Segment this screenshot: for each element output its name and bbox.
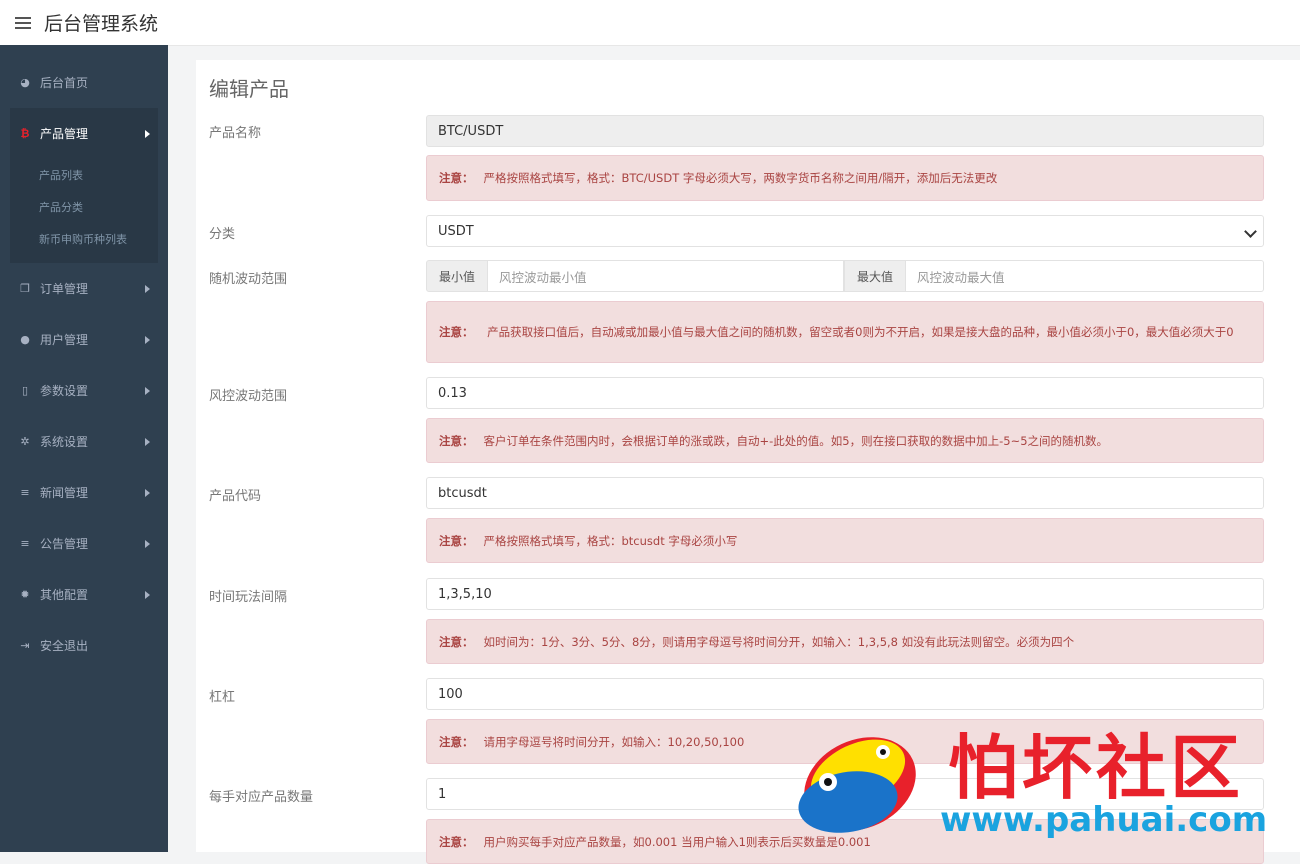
note-text: 产品获取接口值后，自动减或加最小值与最大值之间的随机数，留空或者0则为不开启，如…	[487, 325, 1234, 339]
chevron-right-icon	[145, 284, 150, 293]
product-code-note: 注意： 严格按照格式填写，格式：btcusdt 字母必须小写	[426, 518, 1264, 563]
category-select[interactable]: USDT	[426, 215, 1264, 247]
sidebar-item-other-config[interactable]: ✹ 其他配置	[0, 569, 168, 620]
leverage-label: 杠杠	[209, 690, 236, 705]
sidebar-item-dashboard[interactable]: ◕ 后台首页	[0, 57, 168, 108]
time-interval-input[interactable]: 1,3,5,10	[426, 578, 1264, 610]
product-name-input: BTC/USDT	[426, 115, 1264, 147]
note-text: 请用字母逗号将时间分开，如输入：10,20,50,100	[483, 734, 745, 749]
random-max-input[interactable]: 风控波动最大值	[906, 260, 1264, 292]
sidebar-subitem-new-coin-list[interactable]: 新币申购币种列表	[10, 223, 158, 255]
product-name-label: 产品名称	[209, 126, 262, 141]
chevron-right-icon	[145, 488, 150, 497]
chevron-right-icon	[145, 437, 150, 446]
watermark-url: www.pahuai.com	[940, 800, 1268, 840]
fish-logo-icon	[798, 737, 916, 833]
sidebar-nav: ◕ 后台首页 ₿ 产品管理 产品列表 产品分类 新币申购币种列表 ❐ 订单管理 …	[0, 45, 168, 671]
chevron-down-icon	[1244, 225, 1257, 238]
product-code-label: 产品代码	[209, 489, 262, 504]
leverage-input[interactable]: 100	[426, 678, 1264, 710]
sidebar-item-label: 参数设置	[40, 384, 89, 398]
note-prefix: 注意：	[439, 171, 474, 185]
cog-icon: ✹	[20, 588, 30, 601]
risk-range-note: 注意： 客户订单在条件范围内时，会根据订单的涨或跌，自动+-此处的值。如5，则在…	[426, 418, 1264, 463]
sidebar-subitem-product-category[interactable]: 产品分类	[10, 191, 158, 223]
time-interval-note: 注意： 如时间为：1分、3分、5分、8分，则请用字母逗号将时间分开，如输入：1,…	[426, 619, 1264, 664]
random-range-group: 最小值 风控波动最小值 最大值 风控波动最大值	[426, 260, 1264, 292]
bars-icon: ≡	[20, 486, 30, 499]
dashboard-icon: ◕	[20, 76, 30, 89]
sidebar: ◕ 后台首页 ₿ 产品管理 产品列表 产品分类 新币申购币种列表 ❐ 订单管理 …	[0, 45, 168, 852]
app-title: 后台管理系统	[44, 13, 159, 35]
max-addon: 最大值	[844, 260, 906, 292]
sidebar-subitem-product-list[interactable]: 产品列表	[10, 159, 158, 191]
sidebar-item-orders[interactable]: ❐ 订单管理	[0, 263, 168, 314]
category-label: 分类	[209, 227, 236, 242]
sidebar-item-users[interactable]: ● 用户管理	[0, 314, 168, 365]
watermark: 怕坏社区 www.pahuai.com	[788, 712, 1288, 852]
sidebar-item-label: 公告管理	[40, 537, 89, 551]
note-text: 严格按照格式填写，格式：btcusdt 字母必须小写	[483, 533, 738, 548]
file-icon: ▯	[21, 384, 29, 397]
sidebar-item-news[interactable]: ≡ 新闻管理	[0, 467, 168, 518]
note-prefix: 注意：	[439, 533, 474, 548]
time-interval-label: 时间玩法间隔	[209, 590, 288, 605]
sidebar-item-params[interactable]: ▯ 参数设置	[0, 365, 168, 416]
sidebar-item-products[interactable]: ₿ 产品管理	[10, 108, 158, 159]
sidebar-item-label: 用户管理	[40, 333, 89, 347]
chevron-right-icon	[145, 129, 150, 138]
min-addon: 最小值	[426, 260, 488, 292]
sidebar-item-label: 系统设置	[40, 435, 89, 449]
risk-range-input[interactable]: 0.13	[426, 377, 1264, 409]
sidebar-item-system[interactable]: ✲ 系统设置	[0, 416, 168, 467]
sidebar-item-label: 新闻管理	[40, 486, 89, 500]
sidebar-item-announcements[interactable]: ≡ 公告管理	[0, 518, 168, 569]
sidebar-item-label: 其他配置	[40, 588, 89, 602]
bars-icon: ≡	[20, 537, 30, 550]
sidebar-group-products: ₿ 产品管理 产品列表 产品分类 新币申购币种列表	[10, 108, 158, 263]
risk-range-label: 风控波动范围	[209, 389, 288, 404]
sidebar-item-label: 产品管理	[40, 127, 89, 141]
copy-icon: ❐	[20, 282, 30, 295]
chevron-right-icon	[145, 386, 150, 395]
chevron-right-icon	[145, 335, 150, 344]
watermark-text: 怕坏社区	[948, 726, 1244, 809]
lot-size-label: 每手对应产品数量	[209, 790, 314, 805]
note-text: 如时间为：1分、3分、5分、8分，则请用字母逗号将时间分开，如输入：1,3,5,…	[483, 634, 1075, 649]
product-code-input[interactable]: btcusdt	[426, 477, 1264, 509]
note-text: 客户订单在条件范围内时，会根据订单的涨或跌，自动+-此处的值。如5，则在接口获取…	[483, 433, 1109, 448]
random-min-input[interactable]: 风控波动最小值	[488, 260, 844, 292]
sidebar-item-label: 后台首页	[40, 76, 89, 90]
note-prefix: 注意：	[439, 325, 474, 339]
menu-toggle-icon[interactable]	[15, 16, 31, 29]
page-title: 编辑产品	[209, 77, 289, 101]
user-icon: ●	[20, 333, 30, 346]
random-range-note: 注意： 产品获取接口值后，自动减或加最小值与最大值之间的随机数，留空或者0则为不…	[426, 301, 1264, 363]
chevron-right-icon	[145, 539, 150, 548]
sign-out-icon: ⇥	[20, 639, 30, 652]
cogs-icon: ✲	[20, 435, 30, 448]
product-name-note: 注意： 严格按照格式填写，格式：BTC/USDT 字母必须大写，两数字货币名称之…	[426, 155, 1264, 201]
sidebar-submenu: 产品列表 产品分类 新币申购币种列表	[10, 159, 158, 263]
note-prefix: 注意：	[439, 433, 474, 448]
random-range-label: 随机波动范围	[209, 272, 288, 287]
note-prefix: 注意：	[439, 634, 474, 649]
sidebar-item-label: 订单管理	[40, 282, 89, 296]
note-prefix: 注意：	[439, 834, 474, 849]
note-prefix: 注意：	[439, 734, 474, 749]
sidebar-item-logout[interactable]: ⇥ 安全退出	[0, 620, 168, 671]
category-selected-value: USDT	[438, 223, 474, 239]
chevron-right-icon	[145, 590, 150, 599]
sidebar-item-label: 安全退出	[40, 639, 89, 653]
bitcoin-icon: ₿	[20, 127, 30, 140]
top-bar: 后台管理系统	[0, 0, 1300, 46]
note-text: 严格按照格式填写，格式：BTC/USDT 字母必须大写，两数字货币名称之间用/隔…	[483, 171, 998, 185]
